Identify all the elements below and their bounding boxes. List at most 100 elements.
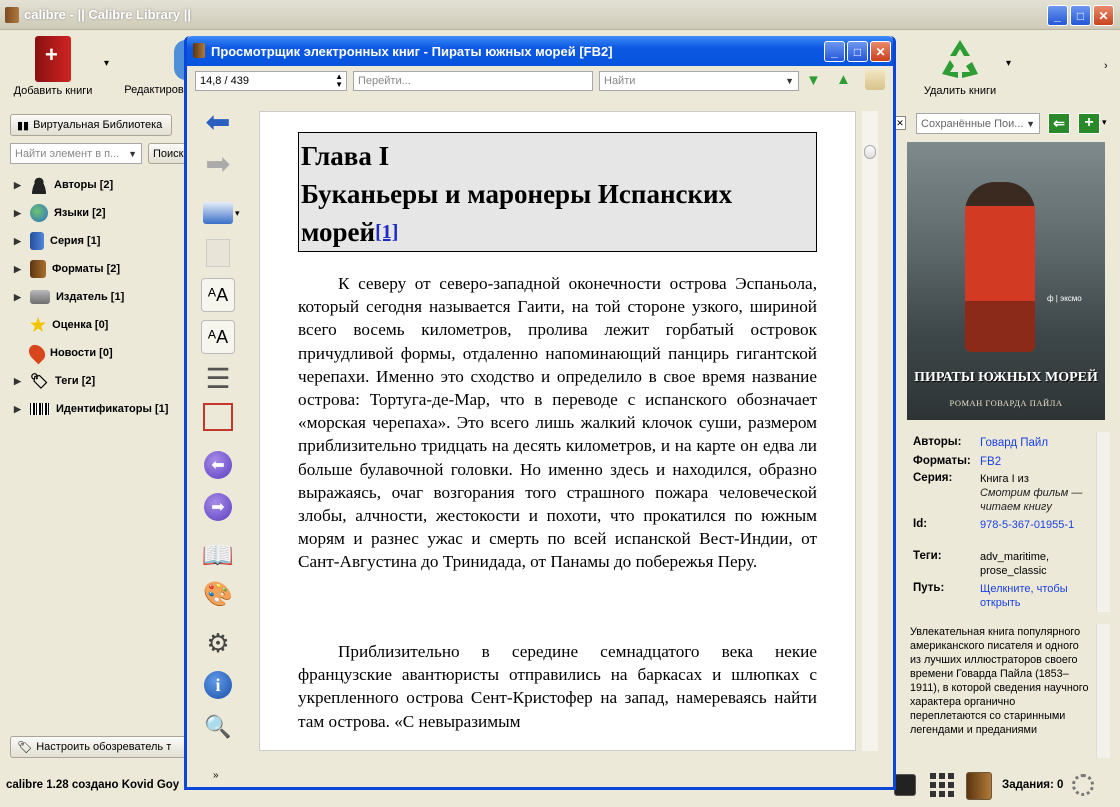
tree-label: Авторы [2] bbox=[54, 179, 114, 191]
viewer-close-button[interactable]: ✕ bbox=[870, 41, 891, 62]
copy-icon[interactable] bbox=[201, 236, 235, 270]
page-scrollbar[interactable] bbox=[862, 111, 878, 751]
expand-arrow-icon[interactable]: ▶ bbox=[14, 236, 24, 247]
bookmark-icon[interactable]: 📖 bbox=[201, 538, 235, 572]
remove-books-dropdown-icon[interactable]: ▾ bbox=[1006, 58, 1011, 69]
expand-arrow-icon[interactable]: ▶ bbox=[14, 180, 24, 191]
tag-icon: 🏷 bbox=[17, 740, 33, 754]
formats-link[interactable]: FB2 bbox=[980, 455, 1090, 469]
toolbar-more-icon[interactable]: › bbox=[1104, 60, 1108, 72]
next-page-icon[interactable]: ➡ bbox=[201, 490, 235, 524]
chevron-down-icon: ▼ bbox=[785, 76, 794, 86]
book-details-toggle-icon[interactable] bbox=[966, 772, 992, 800]
tree-item-tags[interactable]: ▶ 🏷 Теги [2] bbox=[14, 370, 95, 392]
remove-books-button[interactable]: Удалить книги bbox=[912, 36, 1008, 97]
back-arrow-icon[interactable]: ⬅ bbox=[201, 106, 235, 140]
tree-item-languages[interactable]: ▶ Языки [2] bbox=[14, 202, 106, 224]
series-name-link[interactable]: Смотрим фильм — читаем книгу bbox=[980, 487, 1082, 513]
print-dropdown-icon[interactable]: ▾ bbox=[235, 208, 240, 219]
copy-search-icon[interactable]: ⇐ bbox=[1048, 113, 1070, 134]
cover-browser-toggle[interactable] bbox=[894, 774, 916, 796]
tree-label: Новости [0] bbox=[50, 347, 113, 359]
add-book-icon: + bbox=[35, 36, 71, 82]
tree-item-news[interactable]: Новости [0] bbox=[14, 341, 113, 365]
recycle-icon bbox=[942, 40, 978, 78]
library-icon: ▮▮ bbox=[17, 119, 30, 132]
add-books-button[interactable]: + Добавить книги bbox=[6, 36, 100, 97]
virtual-library-button[interactable]: ▮▮ Виртуальная Библиотека bbox=[10, 114, 172, 136]
find-input[interactable]: Найти ▼ bbox=[599, 71, 799, 91]
fullscreen-icon[interactable] bbox=[201, 400, 235, 434]
details-scrollbar[interactable] bbox=[1096, 432, 1110, 612]
chevron-down-icon: ▼ bbox=[1026, 118, 1035, 129]
book-page[interactable]: Глава I Буканьеры и маронеры Испанских м… bbox=[259, 111, 856, 751]
calibre-app-icon bbox=[5, 7, 19, 23]
id-label: Id: bbox=[913, 518, 928, 530]
scroll-icon[interactable] bbox=[865, 70, 885, 90]
tree-item-series[interactable]: ▶ Серия [1] bbox=[14, 230, 100, 252]
reference-mode-icon[interactable]: 🎨 bbox=[201, 578, 235, 612]
tree-item-rating[interactable]: ★ Оценка [0] bbox=[14, 314, 108, 336]
save-search-icon[interactable]: + bbox=[1078, 113, 1100, 134]
font-smaller-icon[interactable]: ᴬA bbox=[201, 320, 235, 354]
find-next-icon[interactable]: ▼ bbox=[806, 72, 821, 89]
save-search-dropdown-icon[interactable]: ▾ bbox=[1102, 117, 1107, 128]
edit-metadata-button[interactable]: Редактиров bbox=[122, 84, 186, 96]
tree-item-publisher[interactable]: ▶ Издатель [1] bbox=[14, 286, 124, 308]
preferences-gear-icon[interactable]: ⚙ bbox=[201, 626, 235, 660]
tree-label: Идентификаторы [1] bbox=[56, 403, 169, 415]
footnote-link[interactable]: [1] bbox=[375, 221, 398, 243]
main-minimize-button[interactable]: _ bbox=[1047, 5, 1068, 26]
expand-arrow-icon[interactable]: ▶ bbox=[14, 404, 24, 415]
previous-page-icon[interactable]: ⬅ bbox=[201, 448, 235, 482]
edit-label: Редактиров bbox=[124, 84, 184, 96]
series-icon bbox=[30, 232, 44, 250]
publisher-icon bbox=[30, 290, 50, 304]
add-books-dropdown-icon[interactable]: ▾ bbox=[104, 58, 109, 69]
ebook-viewer-window[interactable]: Просмотрщик электронных книг - Пираты юж… bbox=[184, 36, 896, 790]
print-icon[interactable] bbox=[201, 196, 235, 230]
viewer-title-bar[interactable]: Просмотрщик электронных книг - Пираты юж… bbox=[187, 36, 893, 66]
expand-arrow-icon[interactable]: ▶ bbox=[14, 264, 24, 275]
grid-view-icon[interactable] bbox=[930, 773, 956, 799]
id-link[interactable]: 978-5-367-01955-1 bbox=[980, 518, 1090, 532]
status-text: calibre 1.28 создано Kovid Goy bbox=[6, 779, 180, 791]
font-larger-icon[interactable]: ᴬA bbox=[201, 278, 235, 312]
saved-searches-select[interactable]: Сохранённые Пои... ▼ bbox=[916, 113, 1040, 134]
book-cover[interactable]: ф | эксмо ПИРАТЫ ЮЖНЫХ МОРЕЙ РОМАН ГОВАР… bbox=[907, 142, 1105, 420]
main-close-button[interactable]: ✕ bbox=[1093, 5, 1114, 26]
forward-arrow-icon[interactable]: ➡ bbox=[201, 148, 235, 182]
main-maximize-button[interactable]: □ bbox=[1070, 5, 1091, 26]
metadata-info-icon[interactable]: i bbox=[201, 668, 235, 702]
expand-arrow-icon[interactable]: ▶ bbox=[14, 208, 24, 219]
more-tools-icon[interactable]: » bbox=[213, 770, 219, 781]
tag-icon: 🏷 bbox=[30, 372, 50, 390]
find-previous-icon[interactable]: ▲ bbox=[836, 71, 851, 88]
tree-item-formats[interactable]: ▶ Форматы [2] bbox=[14, 258, 120, 280]
paragraph-2: Приблизительно в середине семнадцатого в… bbox=[298, 642, 817, 731]
main-title-bar[interactable]: calibre - || Calibre Library || _ □ ✕ bbox=[0, 0, 1120, 30]
tree-label: Теги [2] bbox=[55, 375, 96, 387]
path-link[interactable]: Щелкните, чтобы открыть bbox=[980, 582, 1090, 610]
expand-arrow-icon[interactable]: ▶ bbox=[14, 376, 24, 387]
search-tag-button[interactable]: Поиск bbox=[148, 143, 188, 164]
description-scrollbar[interactable] bbox=[1096, 624, 1110, 758]
jobs-status[interactable]: Задания: 0 bbox=[1002, 779, 1063, 791]
scrollbar-thumb[interactable] bbox=[864, 145, 876, 159]
position-spinbox[interactable]: 14,8 / 439 ▲ ▼ bbox=[195, 71, 347, 91]
table-of-contents-icon[interactable]: ☰ bbox=[201, 362, 235, 396]
path-label: Путь: bbox=[913, 582, 945, 594]
viewer-maximize-button[interactable]: □ bbox=[847, 41, 868, 62]
tree-item-identifiers[interactable]: ▶ Идентификаторы [1] bbox=[14, 398, 168, 420]
spinner-arrows-icon[interactable]: ▲ ▼ bbox=[335, 73, 343, 89]
viewer-minimize-button[interactable]: _ bbox=[824, 41, 845, 62]
tree-item-authors[interactable]: ▶ Авторы [2] bbox=[14, 174, 113, 196]
busy-spinner-icon bbox=[1072, 774, 1094, 796]
authors-link[interactable]: Говард Пайл bbox=[980, 436, 1090, 450]
lookup-word-icon[interactable]: 🔍 bbox=[201, 710, 235, 744]
configure-browser-button[interactable]: 🏷 Настроить обозреватель т bbox=[10, 736, 188, 758]
find-item-input[interactable]: Найти элемент в п... ▼ bbox=[10, 143, 142, 164]
saved-searches-label: Сохранённые Пои... bbox=[921, 117, 1024, 130]
expand-arrow-icon[interactable]: ▶ bbox=[14, 292, 24, 303]
goto-input[interactable]: Перейти... bbox=[353, 71, 593, 91]
